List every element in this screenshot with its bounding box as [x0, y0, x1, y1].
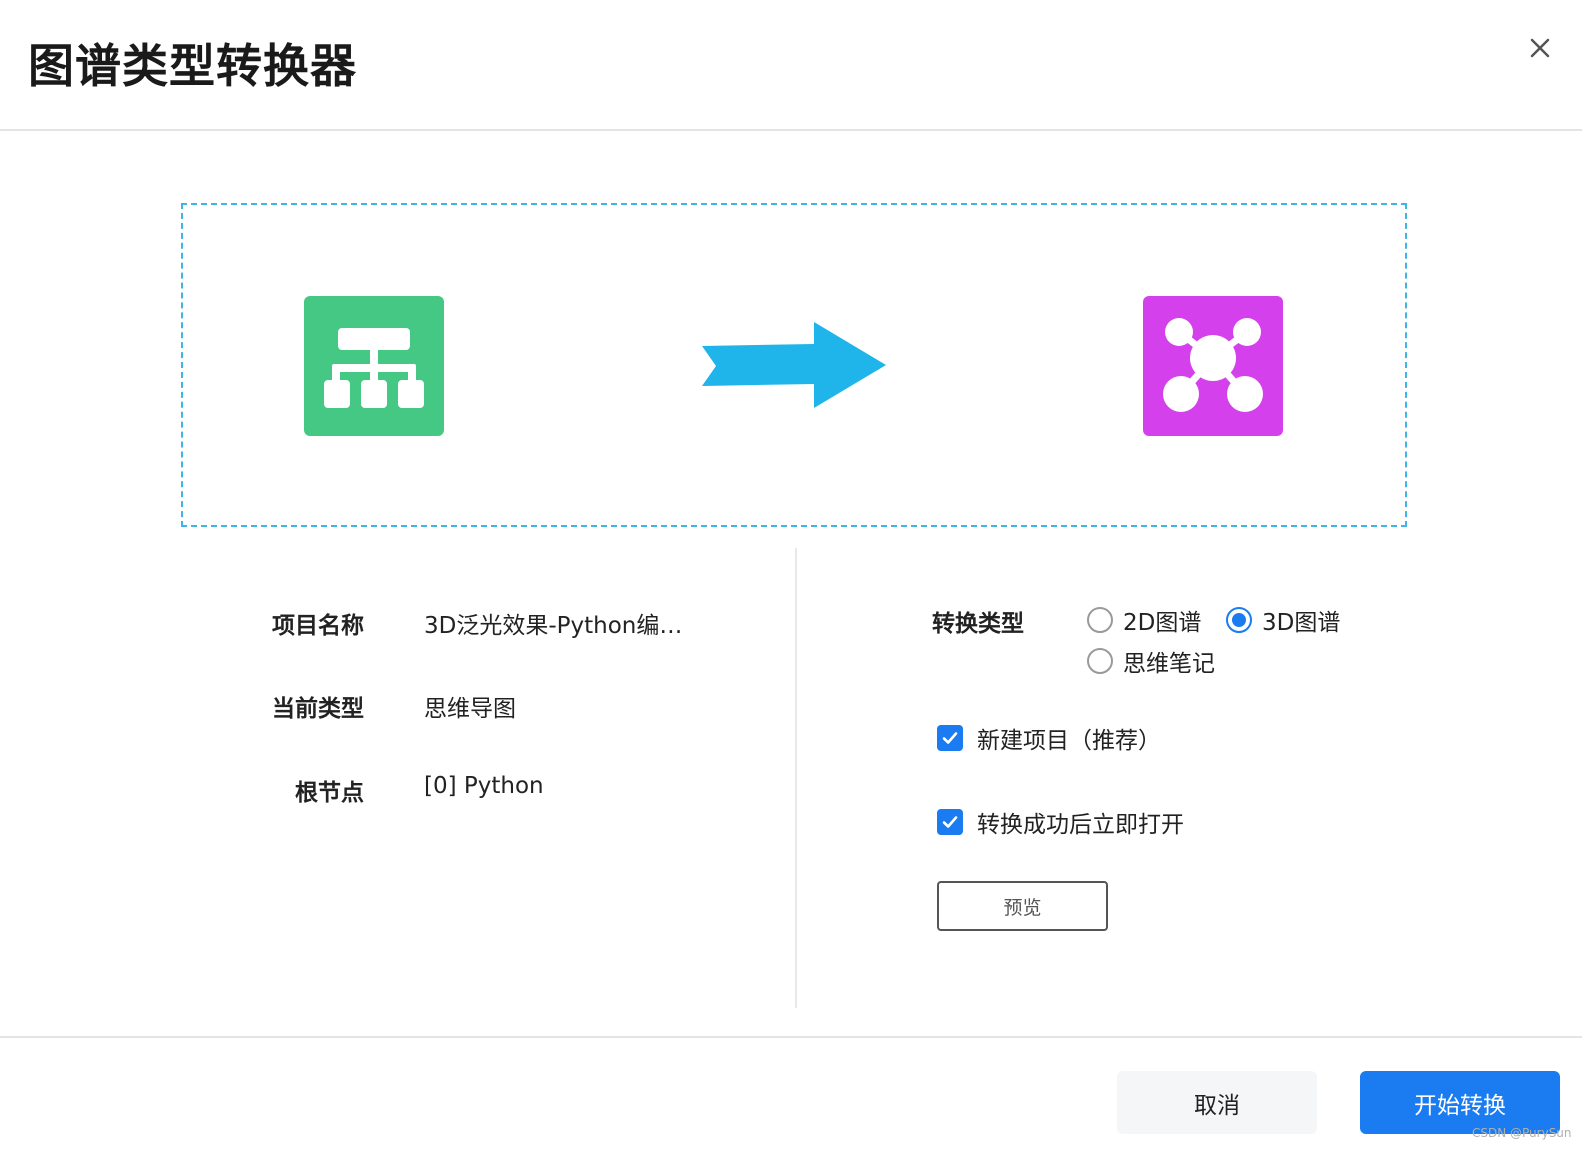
converter-dialog: 图谱类型转换器 项目名称 3D泛光效果-Python编… 当前类型 思维导图 根…	[0, 0, 1582, 1152]
current-type-label: 当前类型	[272, 696, 364, 722]
new-project-checkbox[interactable]: 新建项目（推荐）	[937, 721, 1161, 755]
close-icon[interactable]	[1524, 32, 1556, 64]
watermark: CSDN @PurySun	[1472, 1126, 1572, 1140]
radio-unchecked-icon[interactable]	[1087, 607, 1113, 633]
arrow-right-icon	[702, 322, 886, 408]
radio-unchecked-icon[interactable]	[1087, 648, 1113, 674]
cancel-button[interactable]: 取消	[1117, 1071, 1317, 1134]
radio-checked-icon[interactable]	[1226, 607, 1252, 633]
start-convert-button[interactable]: 开始转换	[1360, 1071, 1560, 1134]
radio-mind-notes[interactable]: 思维笔记	[1087, 644, 1215, 678]
radio-label: 2D图谱	[1123, 610, 1202, 636]
project-name-label: 项目名称	[272, 613, 364, 639]
dialog-title: 图谱类型转换器	[28, 39, 357, 93]
hierarchy-tree-icon	[304, 296, 444, 436]
checkbox-checked-icon[interactable]	[937, 725, 963, 751]
preview-button[interactable]: 预览	[937, 881, 1108, 931]
checkbox-label: 新建项目（推荐）	[977, 728, 1161, 754]
dialog-header: 图谱类型转换器	[0, 0, 1582, 131]
footer-divider	[0, 1036, 1582, 1038]
column-divider	[795, 548, 797, 1008]
radio-label: 思维笔记	[1123, 651, 1215, 677]
radio-label: 3D图谱	[1262, 610, 1341, 636]
project-name-value: 3D泛光效果-Python编…	[424, 613, 683, 639]
root-node-value: [0] Python	[424, 773, 544, 799]
conversion-type-label: 转换类型	[932, 611, 1024, 637]
root-node-label: 根节点	[295, 780, 364, 806]
open-after-convert-checkbox[interactable]: 转换成功后立即打开	[937, 805, 1184, 839]
network-graph-icon	[1143, 296, 1283, 436]
checkbox-label: 转换成功后立即打开	[977, 812, 1184, 838]
radio-2d-graph[interactable]: 2D图谱	[1087, 603, 1201, 637]
checkbox-checked-icon[interactable]	[937, 809, 963, 835]
current-type-value: 思维导图	[424, 696, 516, 722]
radio-3d-graph[interactable]: 3D图谱	[1226, 603, 1340, 637]
